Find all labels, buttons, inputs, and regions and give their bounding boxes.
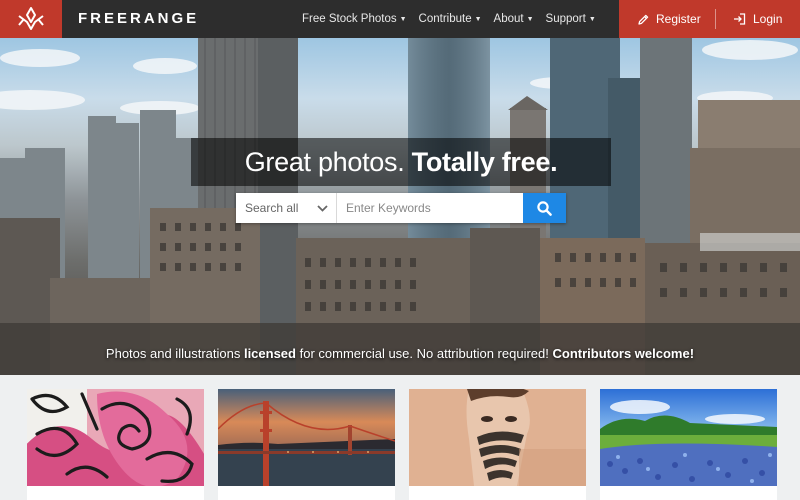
menu-contribute[interactable]: Contribute ▼ <box>413 0 488 38</box>
chevron-down-icon: ▼ <box>399 16 407 23</box>
photo-card-graffiti[interactable] <box>27 389 204 500</box>
search-category-select[interactable]: Search all <box>236 193 337 223</box>
graffiti-thumbnail <box>27 389 204 486</box>
brand-name[interactable]: FREERANGE <box>78 0 199 38</box>
featured-photos-grid <box>0 375 800 500</box>
menu-label: Support <box>545 13 586 25</box>
hero-banner: Great photos. Totally free. Search all P… <box>0 38 800 375</box>
register-label: Register <box>656 12 701 26</box>
painted-face-thumbnail <box>409 389 586 486</box>
search-input[interactable] <box>337 193 523 223</box>
login-icon <box>734 13 746 25</box>
pencil-icon <box>638 14 649 25</box>
headline-bold: Totally free. <box>411 147 558 177</box>
search-button[interactable] <box>523 193 566 223</box>
auth-area: Register Login <box>619 0 800 38</box>
tagline-licensed: licensed <box>243 346 296 361</box>
freerange-logo-icon <box>18 7 44 30</box>
tagline-contributors: Contributors welcome! <box>552 346 695 361</box>
top-navigation: FREERANGE Free Stock Photos ▼ Contribute ▼… <box>0 0 800 38</box>
login-label: Login <box>753 12 783 26</box>
chevron-down-icon: ▼ <box>474 16 482 23</box>
headline-regular: Great photos. <box>244 147 405 177</box>
menu-about[interactable]: About ▼ <box>488 0 540 38</box>
logo-link[interactable] <box>0 0 62 38</box>
menu-support[interactable]: Support ▼ <box>540 0 602 38</box>
search-category-label: Search all <box>245 201 299 215</box>
register-button[interactable]: Register <box>619 0 715 38</box>
login-button[interactable]: Login <box>716 0 782 38</box>
hero-tagline: Photos and illustrations licensed for co… <box>0 346 800 361</box>
menu-label: Contribute <box>418 13 472 25</box>
tagline-part1: Photos and illustrations <box>105 346 244 361</box>
photo-card-bluebonnets[interactable] <box>600 389 777 500</box>
golden-gate-thumbnail <box>218 389 395 486</box>
chevron-down-icon <box>317 204 328 212</box>
menu-free-stock-photos[interactable]: Free Stock Photos ▼ <box>296 0 413 38</box>
menu-label: About <box>493 13 524 25</box>
menu-label: Free Stock Photos <box>302 13 397 25</box>
photo-card-golden-gate[interactable] <box>218 389 395 500</box>
tagline-part2: for commercial use. No attribution requi… <box>295 346 553 361</box>
chevron-down-icon: ▼ <box>526 16 534 23</box>
hero-headline: Great photos. Totally free. <box>191 138 611 186</box>
search-bar: Search all <box>236 193 566 223</box>
main-menu: Free Stock Photos ▼ Contribute ▼ About ▼ Su… <box>296 0 602 38</box>
search-icon <box>537 200 552 216</box>
bluebonnet-field-thumbnail <box>600 389 777 486</box>
photo-card-painted-face[interactable] <box>409 389 586 500</box>
chevron-down-icon: ▼ <box>588 16 596 23</box>
